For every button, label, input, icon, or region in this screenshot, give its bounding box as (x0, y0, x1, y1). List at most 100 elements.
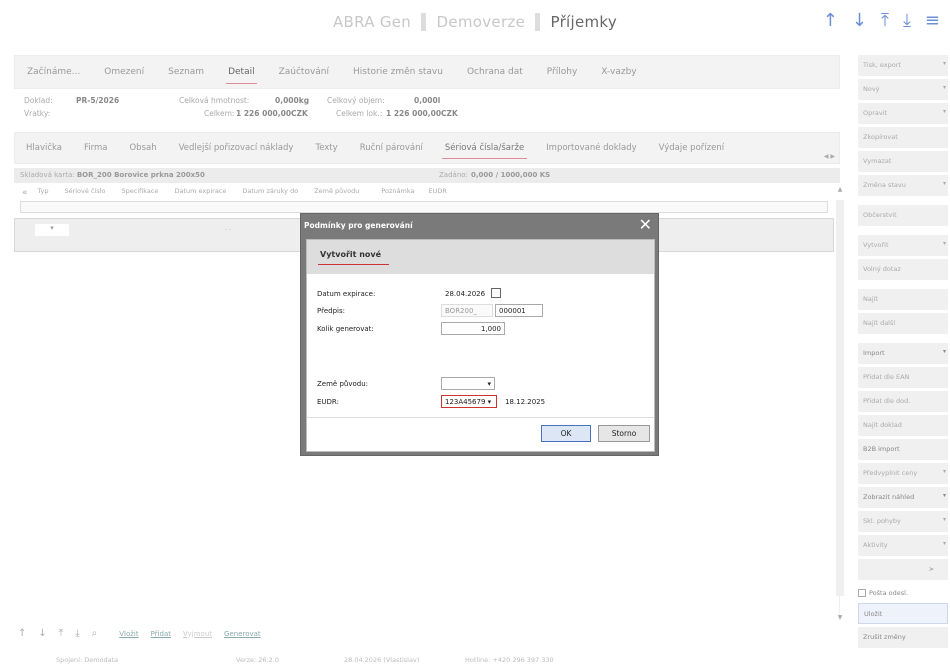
activities-button[interactable]: Aktivity (858, 535, 948, 556)
tab-detail[interactable]: Detail (216, 67, 267, 84)
tab-omezeni[interactable]: Omezení (92, 67, 156, 77)
change-state-button[interactable]: Změna stavu (858, 175, 948, 196)
status-bar: Spojení: Demodata Verze: 26.2.0 28.04.20… (0, 656, 950, 666)
generate-dialog: Podmínky pro generování ✕ Vytvořit nové … (300, 213, 659, 456)
more-button[interactable]: > (858, 559, 948, 580)
predpis-label: Předpis: (317, 307, 345, 315)
refresh-button[interactable]: Občerstvit (858, 205, 948, 226)
generate-link[interactable]: Generovat (224, 630, 261, 638)
menu-icon[interactable]: ≡ (925, 10, 940, 31)
posta-checkbox-row[interactable]: Pošta odesl. (858, 583, 950, 603)
predpis-prefix-input[interactable]: BOR200_ (441, 304, 493, 317)
tab-historie[interactable]: Historie změn stavu (341, 67, 455, 77)
scroll-track[interactable] (836, 200, 844, 596)
expiration-input[interactable]: 28.04.2026 (441, 287, 489, 300)
count-input[interactable]: 1,000 (441, 322, 505, 335)
find-next-button[interactable]: Najít další (858, 313, 948, 334)
grid-scrollbar[interactable]: ▲ ▼ (834, 186, 846, 621)
tab-seznam[interactable]: Seznam (156, 67, 216, 77)
arrow-down-icon[interactable]: ↓ (852, 10, 867, 31)
col-typ[interactable]: Typ (30, 184, 57, 200)
eudr-select[interactable]: 123A45679 ▾ (441, 395, 497, 408)
posta-label: Pošta odesl. (869, 589, 909, 597)
grid-toolbar: ↑ ↓ ⤒ ⤓ ⌕ Vložit Přidat Vyjmout Generova… (18, 628, 261, 639)
col-zeme[interactable]: Země původu (306, 184, 367, 200)
col-eudr[interactable]: EUDR (423, 184, 455, 200)
tab-vedlejsi[interactable]: Vedlejší pořizovací náklady (168, 143, 305, 153)
col-seriove[interactable]: Sériové číslo (56, 184, 113, 200)
tab-seriova-cisla[interactable]: Sériová čísla/šarže (434, 143, 535, 159)
doklad-label: Doklad: (24, 96, 53, 105)
storno-button[interactable]: Storno (598, 425, 650, 442)
country-label: Země původu: (317, 380, 368, 388)
add-link[interactable]: Přidat (151, 630, 171, 638)
col-specifikace[interactable]: Specifikace (114, 184, 167, 200)
arrow-top-icon[interactable]: ⤒ (881, 10, 889, 31)
tab-create-new[interactable]: Vytvořit nové (317, 250, 390, 265)
cut-link[interactable]: Vyjmout (183, 630, 212, 638)
collapse-icon[interactable]: « (14, 184, 30, 200)
tab-hlavicka[interactable]: Hlavička (15, 143, 73, 153)
insert-link[interactable]: Vložit (119, 630, 138, 638)
col-expirace[interactable]: Datum expirace (166, 184, 234, 200)
show-preview-button[interactable]: Zobrazit náhled (858, 487, 948, 508)
create-button[interactable]: Vytvořit (858, 235, 948, 256)
predpis-number-input[interactable]: 000001 (495, 304, 543, 317)
celkem-value: 1 226 000,00CZK (236, 109, 308, 118)
objem-value: 0,000l (414, 96, 441, 105)
dialog-body: Vytvořit nové Datum expirace: 28.04.2026… (306, 239, 655, 452)
edit-button[interactable]: Opravit (858, 103, 948, 124)
grid-filter-row[interactable] (20, 201, 828, 213)
tab-xvazby[interactable]: X-vazby (589, 67, 648, 77)
vratky-label: Vratky: (24, 109, 51, 118)
b2b-import-button[interactable]: B2B import (858, 439, 948, 460)
arrow-down-icon[interactable]: ↓ (38, 628, 46, 639)
doklad-value: PR-5/2026 (76, 96, 120, 105)
search-icon[interactable]: ⌕ (92, 628, 98, 639)
country-select[interactable]: ▾ (441, 377, 495, 390)
app-module: Příjemky (550, 13, 618, 31)
tab-texty[interactable]: Texty (304, 143, 348, 153)
add-by-ean-button[interactable]: Přidat dle EAN (858, 367, 948, 388)
ok-button[interactable]: OK (541, 425, 591, 442)
tab-firma[interactable]: Firma (73, 143, 118, 153)
tab-zauctovani[interactable]: Zaúčtování (267, 67, 341, 77)
delete-button[interactable]: Vymazat (858, 151, 948, 172)
calendar-icon[interactable] (491, 288, 501, 298)
find-button[interactable]: Najít (858, 289, 948, 310)
tab-scroll-icon[interactable]: ◀ ▶ (824, 153, 835, 160)
tab-ochrana[interactable]: Ochrana dat (455, 67, 535, 77)
find-document-button[interactable]: Najít doklad (858, 415, 948, 436)
free-query-button[interactable]: Volný dotaz (858, 259, 948, 280)
print-export-button[interactable]: Tisk, export (858, 55, 948, 76)
objem-label: Celkový objem: (327, 96, 385, 105)
app-title: ABRA Gen | Demoverze | Příjemky (332, 13, 618, 31)
col-zaruka[interactable]: Datum záruky do (234, 184, 306, 200)
arrow-up-icon[interactable]: ↑ (823, 10, 838, 31)
save-button[interactable]: Uložit (858, 603, 948, 624)
tab-importovane[interactable]: Importované doklady (535, 143, 647, 153)
tab-vydaje[interactable]: Výdaje pořízení (648, 143, 735, 153)
record-navigation: ↑ ↓ ⤒ ⤓ ≡ (823, 10, 940, 31)
prefill-prices-button[interactable]: Předvyplnit ceny (858, 463, 948, 484)
import-button[interactable]: Import (858, 343, 948, 364)
new-button[interactable]: Nový (858, 79, 948, 100)
tab-obsah[interactable]: Obsah (118, 143, 167, 153)
add-by-supplier-button[interactable]: Přidat dle dod. (858, 391, 948, 412)
tab-rucni-parovani[interactable]: Ruční párování (349, 143, 434, 153)
stock-movements-button[interactable]: Skl. pohyby (858, 511, 948, 532)
tab-zaciname[interactable]: Začínáme... (15, 67, 92, 77)
posta-checkbox[interactable] (858, 589, 866, 597)
type-select[interactable]: ▾ (35, 224, 69, 236)
copy-button[interactable]: Zkopírovat (858, 127, 948, 148)
arrow-bottom-icon[interactable]: ⤓ (75, 628, 79, 639)
dialog-title: Podmínky pro generování (304, 221, 413, 230)
top-tabs: Začínáme... Omezení Seznam Detail Zaúčto… (14, 55, 840, 89)
close-icon[interactable]: ✕ (639, 215, 652, 234)
arrow-top-icon[interactable]: ⤒ (59, 628, 63, 639)
arrow-up-icon[interactable]: ↑ (18, 628, 26, 639)
cancel-changes-button[interactable]: Zrušit změny (858, 627, 948, 648)
tab-prilohy[interactable]: Přílohy (535, 67, 590, 77)
col-poznamka[interactable]: Poznámka (367, 184, 422, 200)
arrow-bottom-icon[interactable]: ⤓ (903, 10, 911, 31)
